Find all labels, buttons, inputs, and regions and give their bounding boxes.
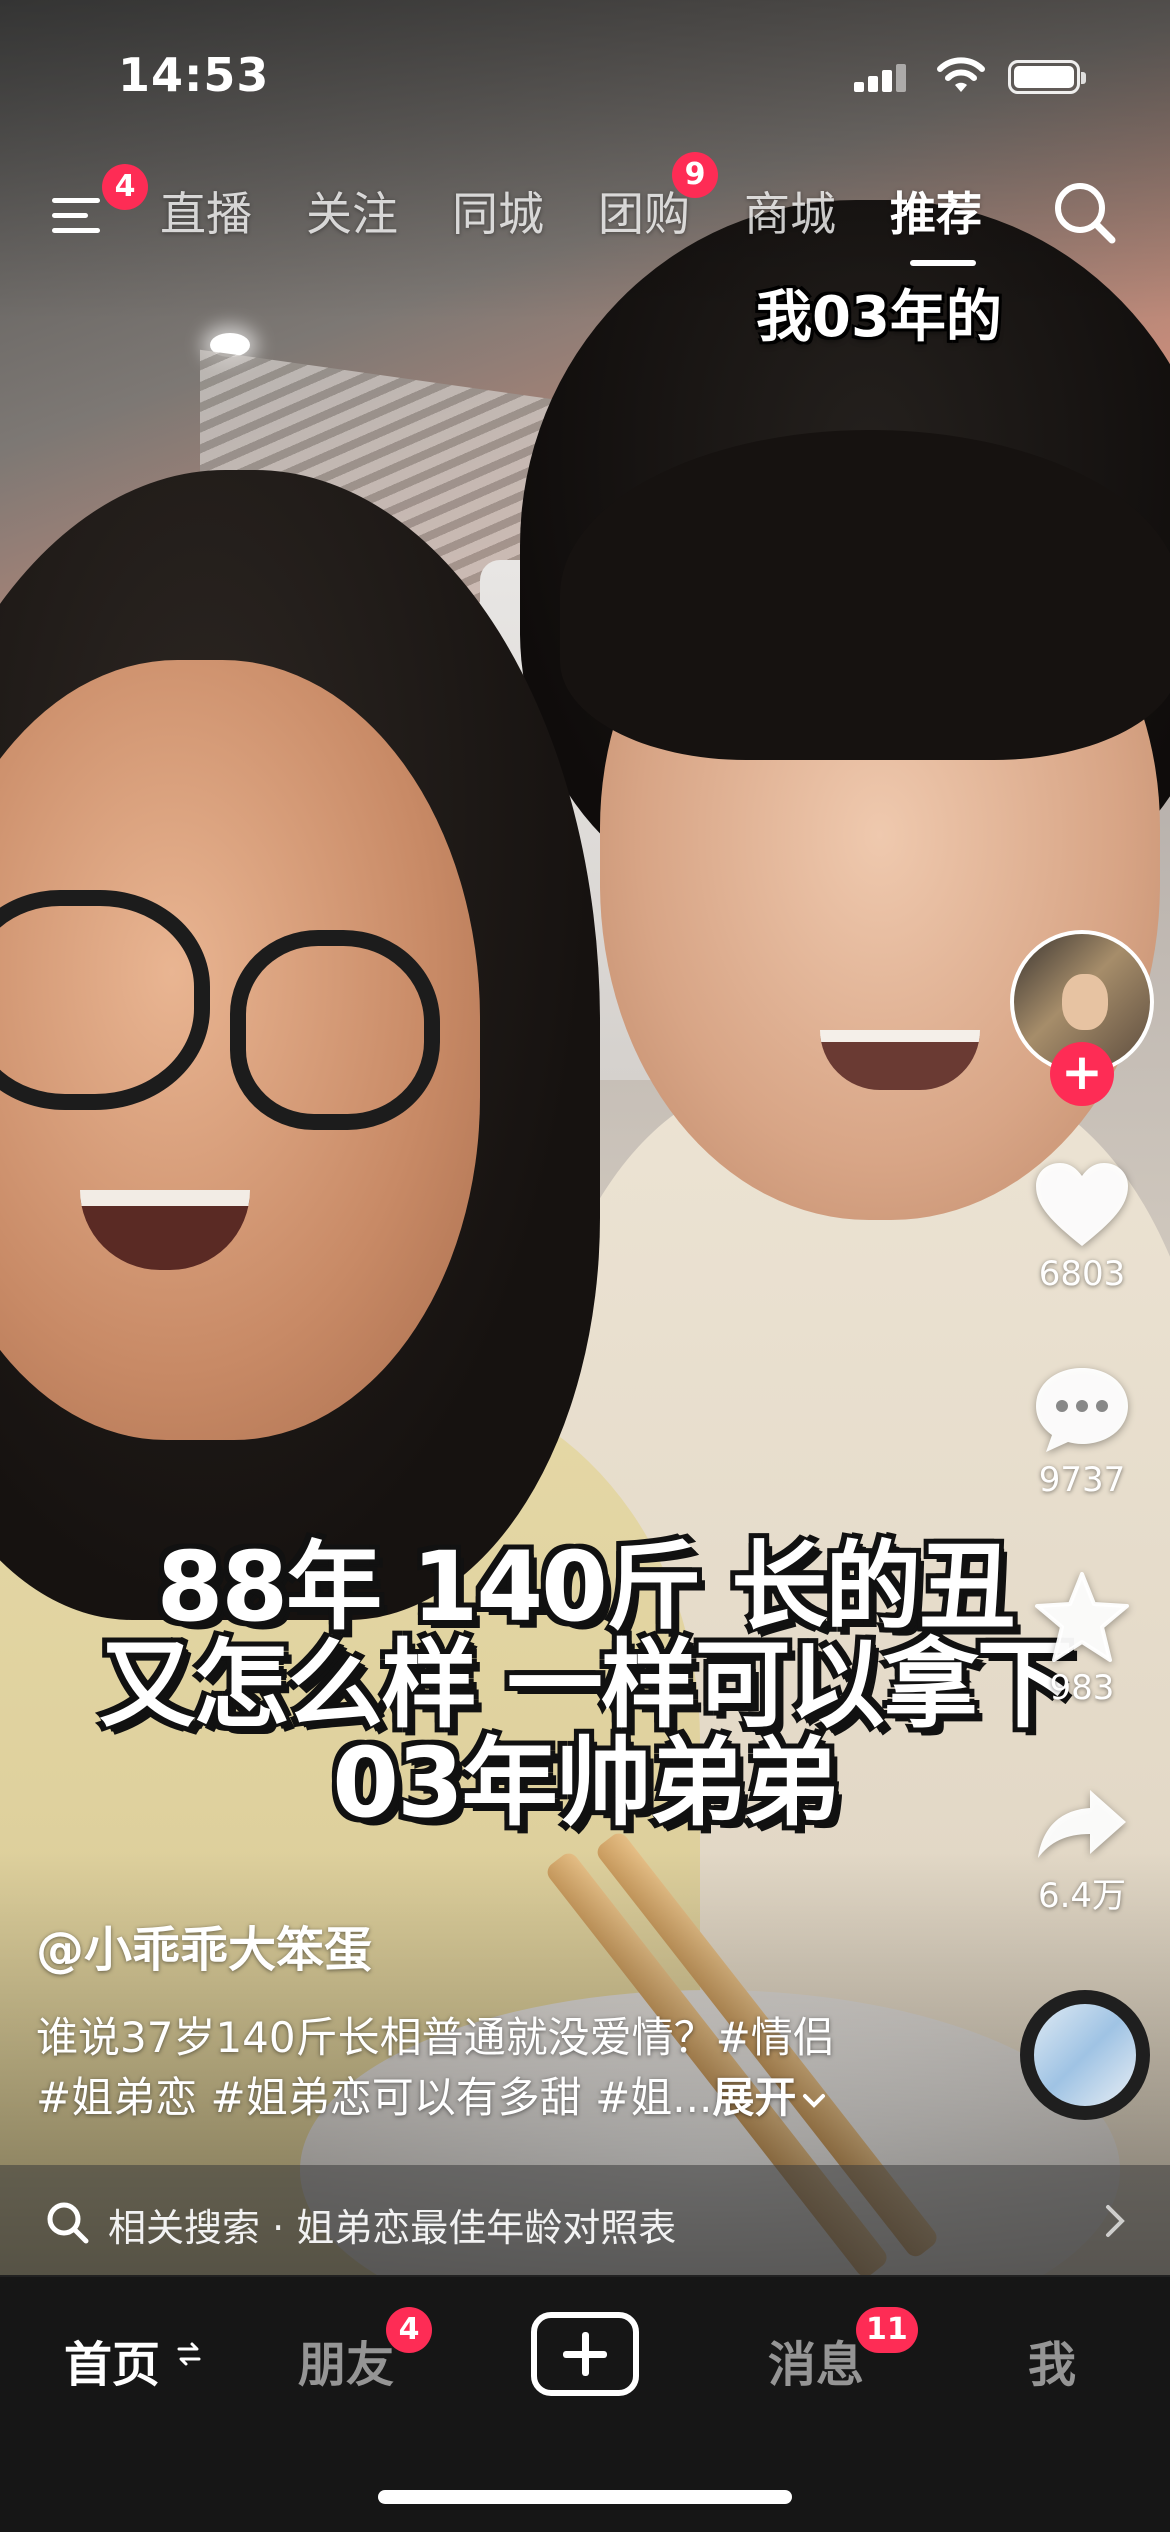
video-caption-top: 我03年的 — [756, 285, 1002, 350]
related-search-bar[interactable]: 相关搜索 · 姐弟恋最佳年龄对照表 — [0, 2165, 1170, 2277]
friends-badge: 4 — [386, 2307, 432, 2353]
create-button[interactable] — [531, 2312, 639, 2396]
related-search-text: 相关搜索 · 姐弟恋最佳年龄对照表 — [108, 2206, 677, 2250]
active-tab-indicator — [910, 260, 976, 266]
glasses-left-lens — [0, 890, 210, 1110]
status-time: 14:53 — [118, 48, 270, 102]
favorite-count: 983 — [1049, 1668, 1115, 1708]
video-caption: 88年 140斤 长的丑 又怎么样 一样可以拿下 03年帅弟弟 — [0, 1538, 1170, 1832]
like-count: 6803 — [1038, 1254, 1126, 1294]
menu-badge: 4 — [102, 164, 148, 210]
tab-recommended[interactable]: 推荐 — [890, 178, 982, 244]
share-button[interactable]: 6.4万 — [1010, 1784, 1154, 1917]
chevron-right-icon — [1106, 2205, 1125, 2237]
comment-count: 9737 — [1038, 1460, 1126, 1500]
tab-following[interactable]: 关注 — [306, 178, 398, 244]
like-button[interactable]: 6803 — [1010, 1160, 1154, 1294]
share-count: 6.4万 — [1037, 1876, 1127, 1916]
tab-nearby[interactable]: 同城 — [452, 178, 544, 244]
messages-badge: 11 — [856, 2307, 918, 2353]
description-line-2: #姐弟恋 #姐弟恋可以有多甜 #姐...展开 — [36, 2068, 936, 2128]
tab-live[interactable]: 直播 — [160, 178, 252, 244]
video-caption-line: 88年 140斤 长的丑 — [156, 1531, 1016, 1643]
screen: 14:53 4 直播 关注 同城 团购 9 商城 推荐 我03年的 88年 14… — [0, 0, 1170, 2532]
video-description: 谁说37岁140斤长相普通就没爱情？#情侣 #姐弟恋 #姐弟恋可以有多甜 #姐.… — [36, 2008, 936, 2128]
follow-button[interactable]: + — [1050, 1042, 1114, 1106]
comment-button[interactable]: 9737 — [1010, 1362, 1154, 1500]
person-right-bangs — [560, 430, 1170, 760]
menu-icon — [52, 198, 100, 233]
expand-label: 展开 — [712, 2073, 797, 2122]
status-bar: 14:53 — [0, 0, 1170, 150]
music-disc[interactable] — [1020, 1990, 1150, 2120]
battery-icon — [1008, 60, 1086, 94]
heart-icon — [1036, 1163, 1128, 1246]
favorite-button[interactable]: 983 — [1010, 1570, 1154, 1708]
chevron-down-icon — [803, 2093, 826, 2108]
tab-me[interactable]: 我 — [1028, 2325, 1076, 2395]
star-icon — [1035, 1572, 1129, 1662]
home-indicator[interactable] — [378, 2490, 792, 2504]
group-buy-badge: 9 — [672, 152, 718, 198]
top-nav: 4 直播 关注 同城 团购 9 商城 推荐 — [0, 152, 1170, 270]
tab-home[interactable]: 首页 — [64, 2325, 160, 2395]
search-icon — [1055, 183, 1116, 244]
tab-mall[interactable]: 商城 — [744, 178, 836, 244]
avatar-face — [1062, 974, 1108, 1030]
comment-icon — [1036, 1368, 1128, 1452]
share-icon — [1038, 1790, 1126, 1858]
search-button[interactable] — [1050, 178, 1120, 248]
video-caption-line: 又怎么样 一样可以拿下 — [99, 1629, 1072, 1741]
author-name[interactable]: @小乖乖大笨蛋 — [36, 1910, 372, 1980]
video-caption-line: 03年帅弟弟 — [332, 1727, 840, 1839]
search-icon — [47, 2202, 89, 2244]
wifi-icon — [937, 57, 985, 92]
menu-button[interactable]: 4 — [50, 164, 148, 250]
tab-messages[interactable]: 消息 — [768, 2325, 864, 2395]
tab-friends[interactable]: 朋友 — [298, 2325, 394, 2395]
glasses-right-lens — [230, 930, 440, 1130]
cellular-signal-icon — [854, 62, 910, 92]
description-line: #姐弟恋 #姐弟恋可以有多甜 #姐... — [36, 2073, 713, 2122]
swap-icon[interactable] — [176, 2339, 202, 2369]
expand-button[interactable]: 展开 — [712, 2073, 828, 2122]
description-line: 谁说37岁140斤长相普通就没爱情？#情侣 — [36, 2013, 835, 2062]
